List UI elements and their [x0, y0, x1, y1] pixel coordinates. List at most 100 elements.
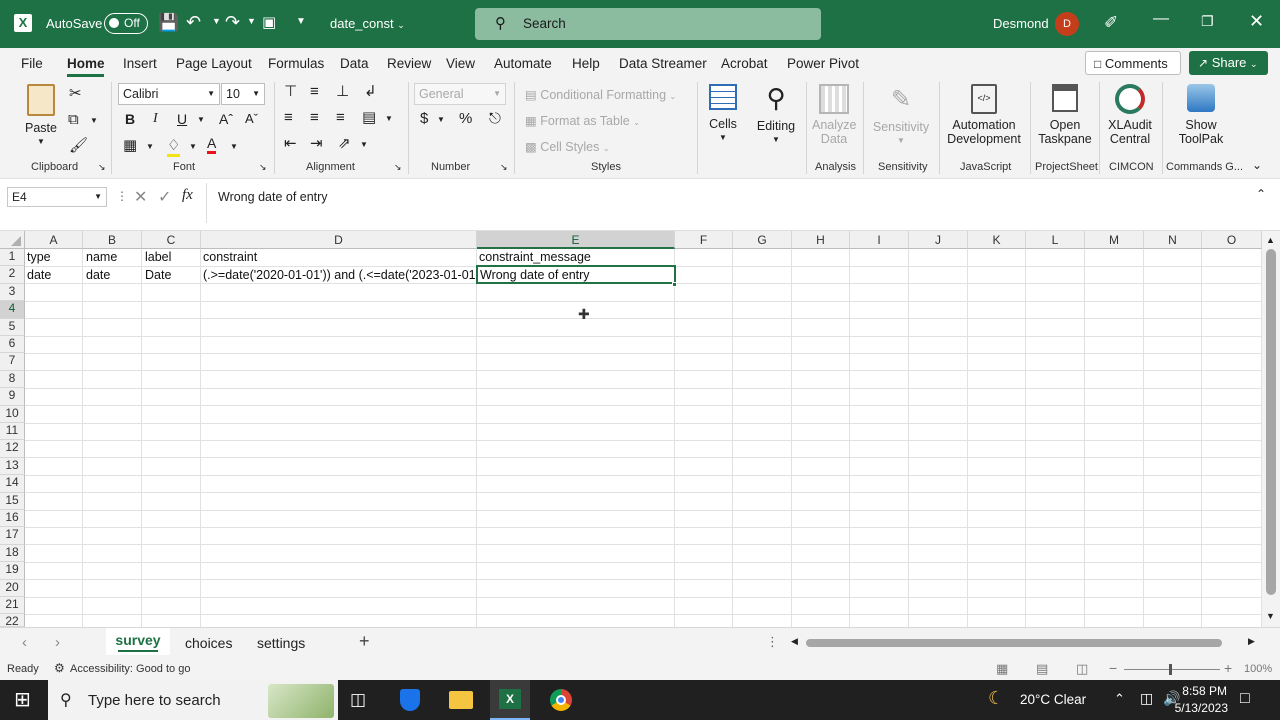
cell-c2[interactable]: Date: [145, 268, 171, 282]
formula-input[interactable]: Wrong date of entry: [206, 183, 1274, 223]
column-header-m[interactable]: M: [1085, 231, 1144, 249]
row-header[interactable]: 2: [0, 266, 25, 284]
row-header[interactable]: 13: [0, 457, 25, 476]
user-name[interactable]: Desmond: [993, 16, 1049, 31]
notifications-icon[interactable]: □: [1240, 690, 1250, 708]
tab-automate[interactable]: Automate: [494, 56, 552, 71]
accessibility-icon[interactable]: ⚙: [54, 661, 65, 675]
customize-qat-icon[interactable]: ▼: [296, 16, 306, 27]
italic-icon[interactable]: I: [153, 111, 158, 127]
chevron-down-icon[interactable]: ▼: [189, 142, 197, 151]
scroll-thumb[interactable]: [1266, 249, 1276, 595]
number-format-select[interactable]: General ▼: [414, 83, 506, 105]
clock-date[interactable]: 5/13/2023: [1160, 701, 1228, 715]
normal-view-icon[interactable]: ▦: [996, 661, 1008, 677]
font-color-icon[interactable]: A: [207, 136, 217, 154]
chevron-down-icon[interactable]: ▼: [385, 114, 393, 123]
sheet-tab-choices[interactable]: choices: [185, 635, 232, 651]
column-header-c[interactable]: C: [142, 231, 201, 249]
font-name-select[interactable]: Calibri ▼: [118, 83, 220, 105]
row-header[interactable]: 9: [0, 388, 25, 406]
comments-button[interactable]: □ Comments: [1085, 51, 1181, 75]
align-left-icon[interactable]: ≡: [284, 110, 293, 126]
more-options-icon[interactable]: ⋮: [116, 189, 128, 203]
tab-data[interactable]: Data: [340, 56, 369, 71]
analyze-data-button[interactable]: Analyze Data: [812, 84, 856, 146]
task-view-icon[interactable]: ◫: [350, 690, 366, 710]
row-header[interactable]: 11: [0, 423, 25, 441]
sheet-tab-survey[interactable]: survey: [106, 628, 170, 655]
underline-icon[interactable]: U: [177, 111, 187, 127]
tab-formulas[interactable]: Formulas: [268, 56, 324, 71]
autosave-toggle[interactable]: Off: [104, 13, 148, 34]
next-sheet-icon[interactable]: ›: [55, 634, 60, 651]
row-header[interactable]: 19: [0, 562, 25, 580]
fill-handle[interactable]: [672, 281, 677, 287]
align-middle-icon[interactable]: ≡: [310, 84, 319, 100]
row-header[interactable]: 5: [0, 318, 25, 336]
column-header-a[interactable]: A: [25, 231, 83, 249]
column-header-l[interactable]: L: [1026, 231, 1085, 249]
row-header[interactable]: 1: [0, 249, 25, 267]
network-icon[interactable]: ◫: [1140, 690, 1153, 707]
row-header[interactable]: 4: [0, 301, 25, 319]
zoom-slider-track[interactable]: [1124, 669, 1220, 670]
chevron-down-icon[interactable]: ▼: [437, 115, 445, 124]
enter-icon[interactable]: ✓: [158, 187, 171, 207]
accessibility-status[interactable]: Accessibility: Good to go: [70, 663, 190, 675]
undo-icon[interactable]: ↶: [186, 12, 201, 33]
insert-function-icon[interactable]: fx: [182, 187, 193, 204]
orientation-icon[interactable]: ⇗: [338, 136, 351, 152]
redo-icon[interactable]: ↷: [225, 12, 240, 33]
page-layout-view-icon[interactable]: ▤: [1036, 661, 1048, 677]
dialog-launcher-icon[interactable]: ↘: [500, 162, 508, 173]
zoom-level[interactable]: 100%: [1244, 663, 1272, 675]
open-taskpane-button[interactable]: Open Taskpane: [1036, 84, 1094, 146]
row-header[interactable]: 18: [0, 544, 25, 563]
borders-icon[interactable]: ▦: [123, 138, 137, 154]
row-header[interactable]: 12: [0, 440, 25, 458]
row-header[interactable]: 6: [0, 336, 25, 354]
cell-a2[interactable]: date: [27, 268, 51, 282]
pen-icon[interactable]: ✐: [1104, 13, 1118, 33]
xlaudit-central-button[interactable]: XLAudit Central: [1104, 84, 1156, 146]
cell-d1[interactable]: constraint: [203, 250, 257, 264]
tab-review[interactable]: Review: [387, 56, 431, 71]
paste-button[interactable]: Paste ▼: [24, 84, 58, 146]
row-header[interactable]: 21: [0, 597, 25, 615]
excel-app-icon[interactable]: X: [490, 680, 530, 720]
column-header-b[interactable]: B: [83, 231, 142, 249]
show-toolpak-button[interactable]: Show ToolPak: [1172, 84, 1230, 146]
tab-file[interactable]: File: [21, 56, 43, 71]
column-header-d[interactable]: D: [201, 231, 477, 249]
automation-development-button[interactable]: </> Automation Development: [946, 84, 1022, 146]
chevron-down-icon[interactable]: ▼: [146, 142, 154, 151]
taskbar-search-box[interactable]: ⚲ Type here to search: [48, 680, 338, 720]
prev-sheet-icon[interactable]: ‹: [22, 634, 27, 651]
tab-data-streamer[interactable]: Data Streamer: [619, 56, 707, 71]
column-header-k[interactable]: K: [968, 231, 1026, 249]
column-header-e[interactable]: E: [477, 231, 675, 249]
chrome-app-icon[interactable]: [550, 689, 572, 711]
cancel-icon[interactable]: ✕: [134, 187, 147, 207]
sheet-tab-settings[interactable]: settings: [257, 635, 305, 651]
system-tray-chevron-icon[interactable]: ⌃: [1114, 691, 1125, 707]
align-bottom-icon[interactable]: ⊥: [336, 84, 349, 100]
conditional-formatting-button[interactable]: ▤ Conditional Formatting ⌄: [525, 87, 676, 102]
save-icon[interactable]: 💾: [158, 13, 179, 33]
cell-c1[interactable]: label: [145, 250, 171, 264]
cell-a1[interactable]: type: [27, 250, 51, 264]
zoom-in-icon[interactable]: +: [1224, 660, 1232, 676]
chevron-down-icon[interactable]: ▼: [360, 140, 368, 149]
dialog-launcher-icon[interactable]: ↘: [394, 162, 402, 173]
column-header-o[interactable]: O: [1202, 231, 1262, 249]
currency-icon[interactable]: $: [420, 111, 428, 127]
cut-icon[interactable]: ✂: [69, 86, 82, 102]
weather-text[interactable]: 20°C Clear: [1020, 692, 1086, 707]
fill-color-icon[interactable]: ♢: [167, 138, 181, 157]
tab-page-layout[interactable]: Page Layout: [176, 56, 252, 71]
font-size-select[interactable]: 10 ▼: [221, 83, 265, 105]
dialog-launcher-icon[interactable]: ↘: [98, 162, 106, 173]
row-header[interactable]: 17: [0, 527, 25, 545]
dialog-launcher-icon[interactable]: ↘: [259, 162, 267, 173]
